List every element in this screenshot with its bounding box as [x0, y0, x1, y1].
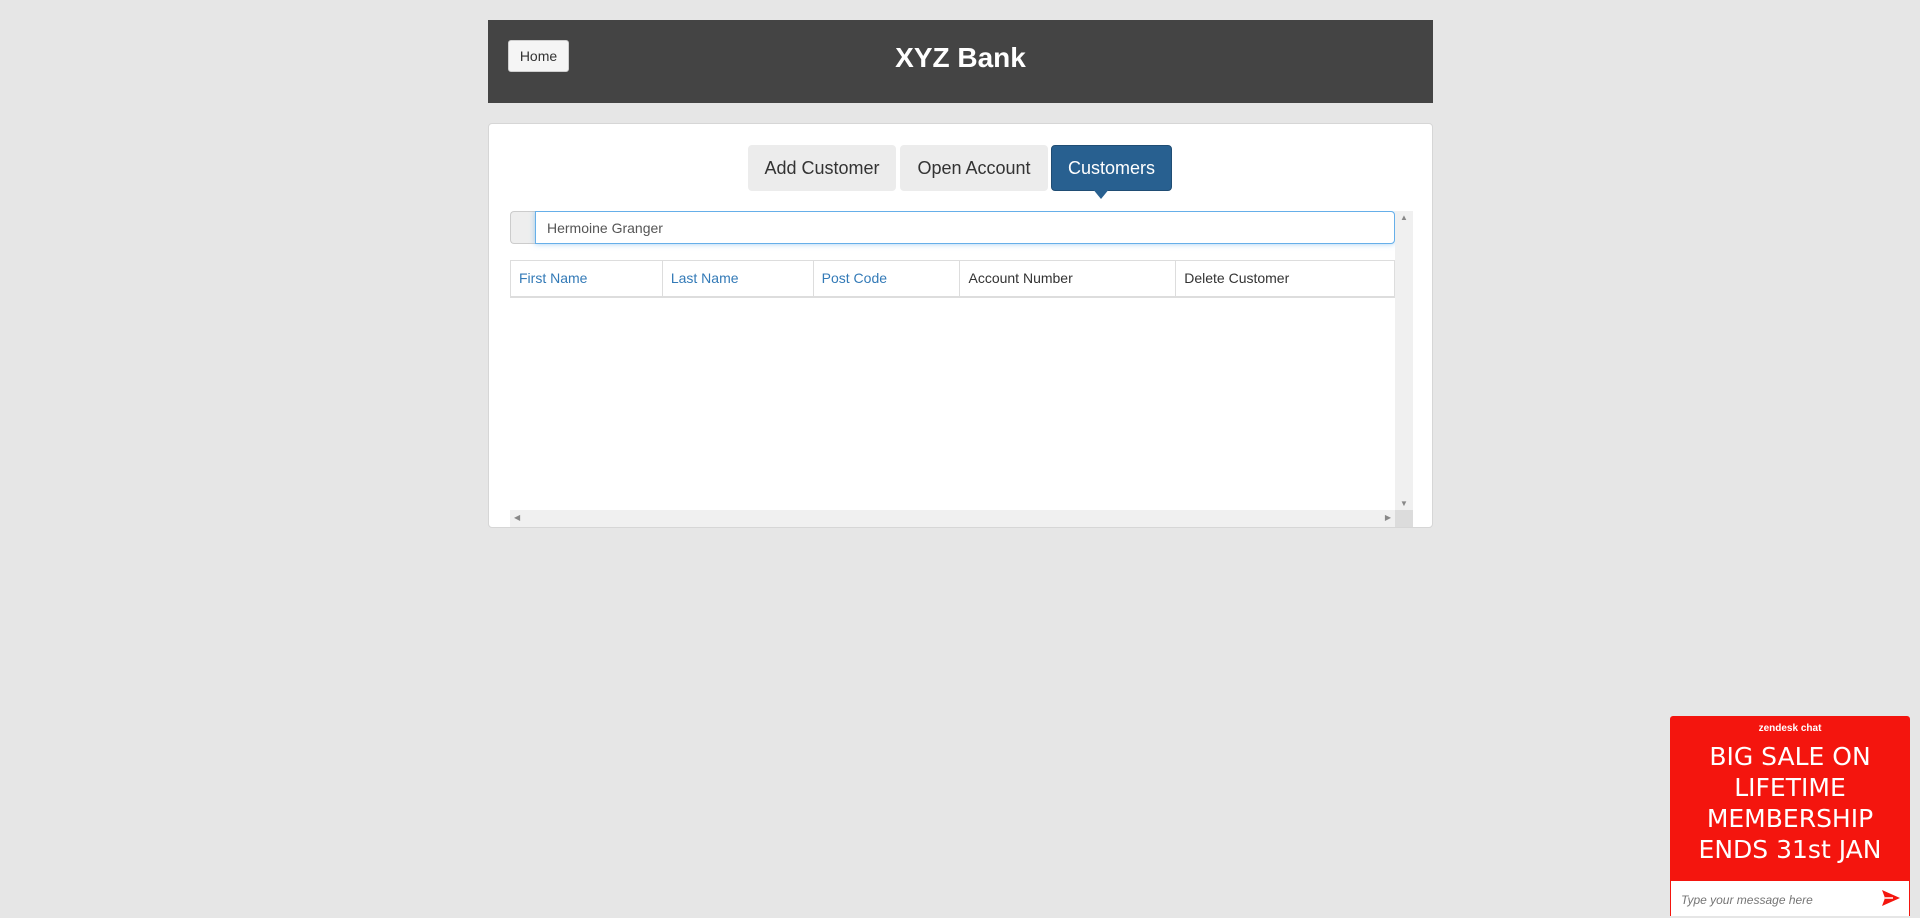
chat-widget[interactable]: zendesk chat BIG SALE ON LIFETIME MEMBER… — [1670, 716, 1910, 918]
chat-promo-text: BIG SALE ON LIFETIME MEMBERSHIP ENDS 31s… — [1698, 742, 1882, 864]
scroll-up-icon[interactable]: ▲ — [1395, 213, 1413, 222]
vertical-scrollbar[interactable]: ▲ ▼ — [1395, 211, 1413, 510]
table-header-row: First Name Last Name Post Code Account N… — [510, 260, 1395, 298]
horizontal-scrollbar[interactable]: ◀ ▶ — [510, 510, 1395, 527]
tab-add-customer[interactable]: Add Customer — [748, 145, 896, 191]
column-delete-customer: Delete Customer — [1175, 260, 1395, 298]
scroll-left-icon[interactable]: ◀ — [514, 513, 520, 522]
chat-brand-label: zendesk chat — [1758, 723, 1822, 734]
scrollbar-corner — [1395, 510, 1413, 527]
scroll-right-icon[interactable]: ▶ — [1385, 513, 1391, 522]
column-account-number: Account Number — [959, 260, 1177, 298]
scroll-down-icon[interactable]: ▼ — [1395, 499, 1413, 508]
column-first-name[interactable]: First Name — [510, 260, 663, 298]
search-addon — [510, 211, 535, 244]
tab-open-account[interactable]: Open Account — [900, 145, 1048, 191]
manager-panel: Add Customer Open Account Customers Firs… — [488, 123, 1433, 528]
bank-title: XYZ Bank — [895, 42, 1026, 73]
send-icon[interactable] — [1881, 889, 1901, 907]
tab-customers[interactable]: Customers — [1051, 145, 1172, 191]
chat-message-input[interactable] — [1679, 881, 1873, 918]
active-tab-caret-icon — [1092, 188, 1110, 199]
chat-input-row — [1671, 881, 1909, 918]
customers-table: First Name Last Name Post Code Account N… — [510, 260, 1395, 298]
customers-scroll-area[interactable]: First Name Last Name Post Code Account N… — [510, 211, 1413, 527]
column-last-name[interactable]: Last Name — [661, 260, 814, 298]
search-customer-input[interactable] — [535, 211, 1395, 244]
bank-header: Home XYZ Bank — [488, 20, 1433, 103]
column-post-code[interactable]: Post Code — [812, 260, 961, 298]
